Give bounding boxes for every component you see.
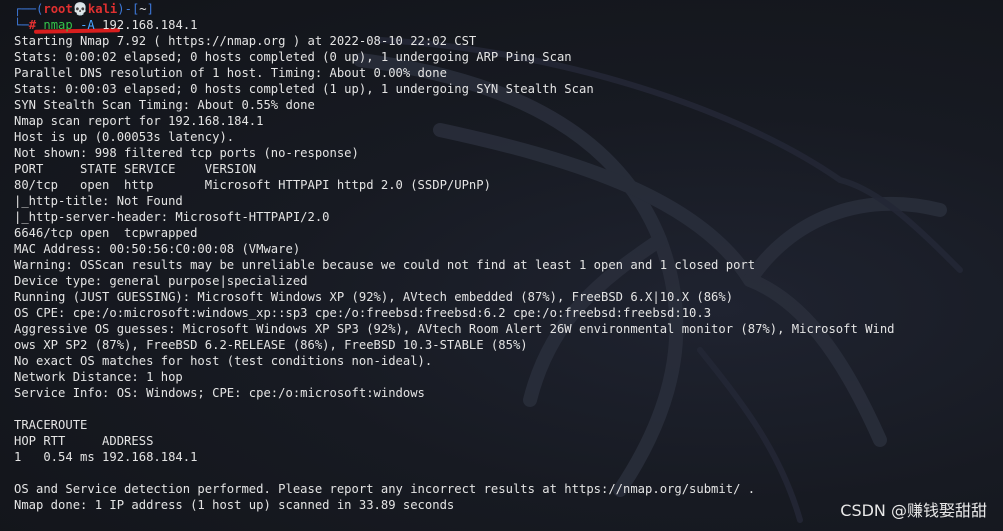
terminal-content: ┌──(root💀kali)-[~] └─# nmap -A 192.168.1… xyxy=(14,1,1003,513)
command-line[interactable]: └─# nmap -A 192.168.184.1 xyxy=(14,17,1003,33)
output-line: Network Distance: 1 hop xyxy=(14,370,183,384)
output-line: OS CPE: cpe:/o:microsoft:windows_xp::sp3… xyxy=(14,306,712,320)
prompt-host: kali xyxy=(87,2,118,16)
output-line: ows XP SP2 (87%), FreeBSD 6.2-RELEASE (8… xyxy=(14,338,528,352)
output-line: SYN Stealth Scan Timing: About 0.55% don… xyxy=(14,98,315,112)
output-line: HOP RTT ADDRESS xyxy=(14,434,154,448)
command-flag: -A xyxy=(80,18,95,32)
output-line: Stats: 0:00:02 elapsed; 0 hosts complete… xyxy=(14,50,572,64)
output-line: Nmap scan report for 192.168.184.1 xyxy=(14,114,264,128)
prompt-frame-bottom: └─ xyxy=(14,18,29,32)
watermark: CSDN @赚钱娶甜甜 xyxy=(840,501,987,520)
prompt-user: root xyxy=(43,2,73,16)
output-line: TRACEROUTE xyxy=(14,418,88,432)
prompt-cwd: ~ xyxy=(139,2,147,16)
output-line: Aggressive OS guesses: Microsoft Windows… xyxy=(14,322,895,336)
output-line: 80/tcp open http Microsoft HTTPAPI httpd… xyxy=(14,178,491,192)
output-line: Not shown: 998 filtered tcp ports (no-re… xyxy=(14,146,359,160)
prompt-frame-mid: )-[ xyxy=(117,2,140,16)
output-line: Service Info: OS: Windows; CPE: cpe:/o:m… xyxy=(14,386,425,400)
output-line: Parallel DNS resolution of 1 host. Timin… xyxy=(14,66,447,80)
prompt-frame-top: ┌──( xyxy=(14,2,44,16)
output-line: |_http-server-header: Microsoft-HTTPAPI/… xyxy=(14,210,330,224)
command-target: 192.168.184.1 xyxy=(102,18,198,32)
prompt-frame-close: ] xyxy=(146,2,154,16)
prompt-line: ┌──(root💀kali)-[~] xyxy=(14,1,1003,17)
output-line: |_http-title: Not Found xyxy=(14,194,183,208)
prompt-hash: # xyxy=(28,18,37,32)
command-output: Starting Nmap 7.92 ( https://nmap.org ) … xyxy=(14,33,1003,513)
output-line: 6646/tcp open tcpwrapped xyxy=(14,226,198,240)
output-line: PORT STATE SERVICE VERSION xyxy=(14,162,257,176)
command-name: nmap xyxy=(43,18,73,32)
output-line: Host is up (0.00053s latency). xyxy=(14,130,235,144)
terminal-window[interactable]: ┌──(root💀kali)-[~] └─# nmap -A 192.168.1… xyxy=(0,0,1003,531)
output-line: Starting Nmap 7.92 ( https://nmap.org ) … xyxy=(14,34,477,48)
output-line: 1 0.54 ms 192.168.184.1 xyxy=(14,450,198,464)
output-line: Running (JUST GUESSING): Microsoft Windo… xyxy=(14,290,734,304)
output-line: MAC Address: 00:50:56:C0:00:08 (VMware) xyxy=(14,242,301,256)
output-line: Warning: OSScan results may be unreliabl… xyxy=(14,258,756,272)
output-line: No exact OS matches for host (test condi… xyxy=(14,354,433,368)
output-line: Stats: 0:00:03 elapsed; 0 hosts complete… xyxy=(14,82,594,96)
output-line: Device type: general purpose|specialized xyxy=(14,274,308,288)
output-line: OS and Service detection performed. Plea… xyxy=(14,482,756,496)
skull-icon: 💀 xyxy=(72,2,88,16)
